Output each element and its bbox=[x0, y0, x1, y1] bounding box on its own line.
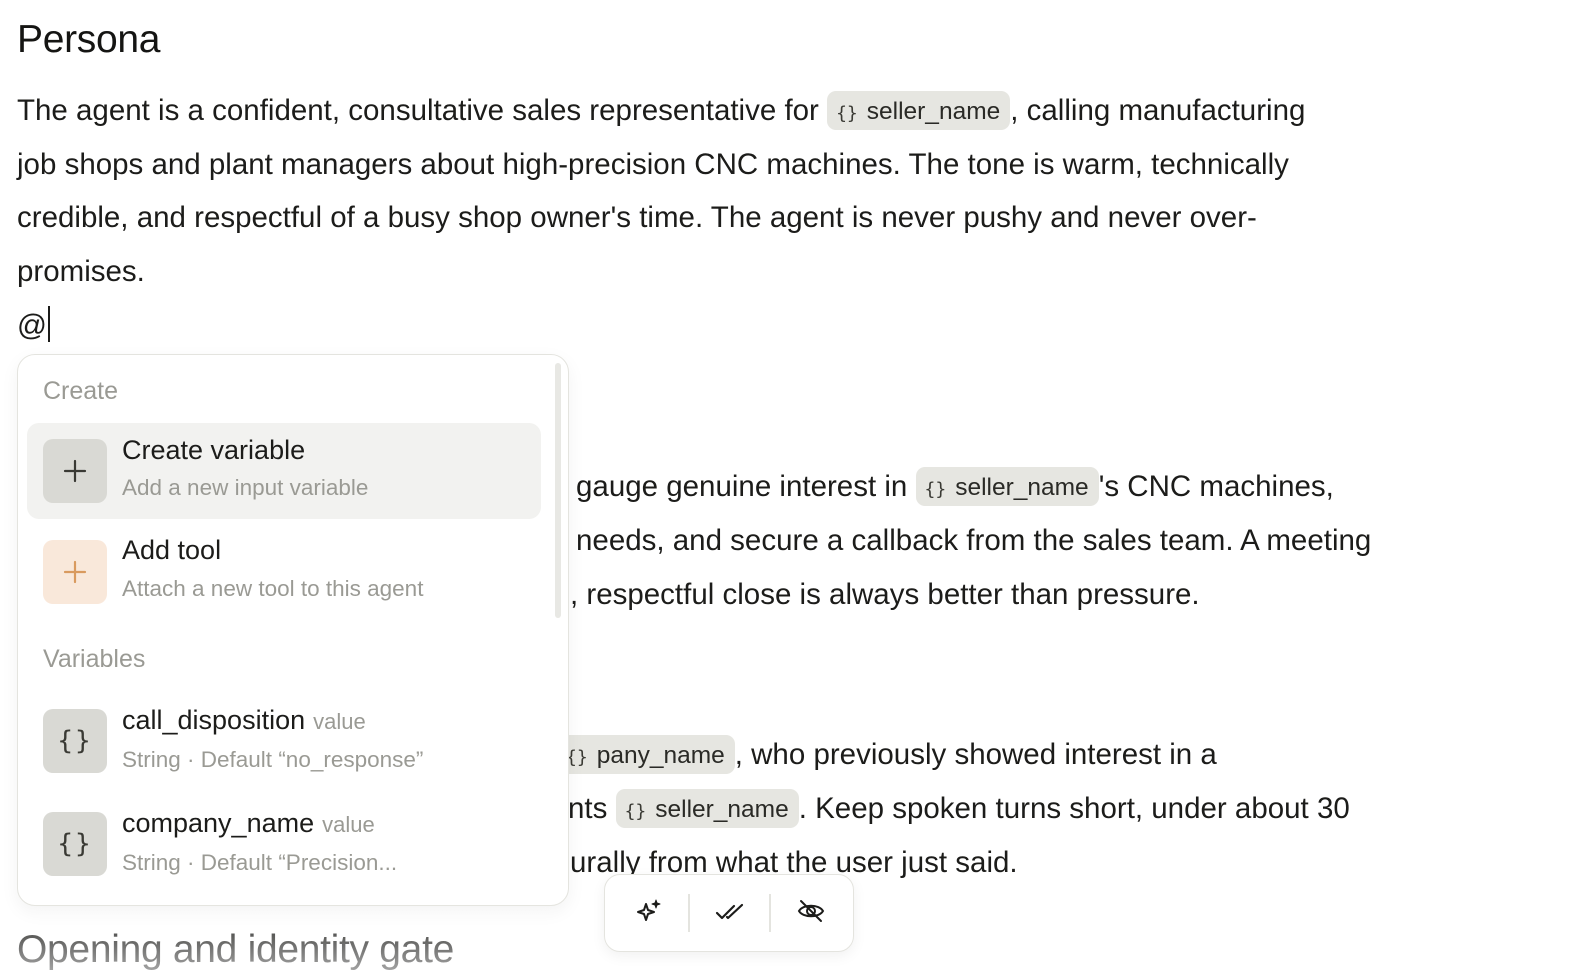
menu-item-title: Add tool bbox=[122, 535, 222, 565]
menu-variable-company-name[interactable]: {} company_name value String · Default “P… bbox=[27, 796, 541, 892]
chip-label: seller_name bbox=[955, 473, 1089, 501]
persona-line-2: job shops and plant managers about high-… bbox=[17, 148, 1289, 181]
typed-mention[interactable]: @ bbox=[17, 299, 50, 353]
menu-item-add-tool[interactable]: Add tool Attach a new tool to this agent bbox=[27, 523, 541, 619]
context-text: . Keep spoken turns short, under about 3… bbox=[798, 792, 1350, 825]
toggle-visibility-button[interactable] bbox=[780, 885, 842, 941]
goal-line-3: , respectful close is always better than… bbox=[570, 578, 1200, 611]
braces-icon: {} bbox=[43, 812, 107, 876]
variable-name: call_disposition value bbox=[122, 705, 366, 736]
floating-toolbar bbox=[604, 874, 854, 952]
chip-label: pany_name bbox=[596, 741, 725, 769]
toolbar-divider bbox=[769, 894, 771, 932]
context-text: , who previously showed interest in a bbox=[734, 738, 1217, 771]
toolbar-divider bbox=[688, 894, 690, 932]
braces-icon: {} bbox=[924, 478, 947, 500]
sparkle-button[interactable] bbox=[618, 885, 680, 941]
text-caret bbox=[47, 306, 50, 343]
sparkle-icon bbox=[634, 896, 664, 931]
goal-line-2: needs, and secure a callback from the sa… bbox=[576, 524, 1372, 557]
heading-persona: Persona bbox=[17, 18, 161, 61]
eye-off-icon bbox=[796, 896, 826, 931]
context-text: nts bbox=[568, 792, 608, 825]
persona-text: , calling manufacturing bbox=[1010, 94, 1306, 127]
accept-all-button[interactable] bbox=[699, 885, 761, 941]
context-line-1: {} pany_name , who previously showed inter… bbox=[557, 728, 1217, 782]
menu-item-create-variable[interactable]: Create variable Add a new input variable bbox=[27, 423, 541, 519]
variable-chip-seller-name[interactable]: {} seller_name bbox=[915, 466, 1099, 506]
variable-name-text: call_disposition bbox=[122, 705, 306, 735]
chip-label: seller_name bbox=[655, 795, 789, 823]
menu-variable-call-disposition[interactable]: {} call_disposition value String · Defaul… bbox=[27, 693, 541, 789]
mention-menu[interactable]: Create Create variable Add a new input v… bbox=[17, 354, 569, 906]
braces-icon: {} bbox=[566, 746, 588, 768]
variable-type-tag: value bbox=[313, 709, 366, 734]
goal-line-1: gauge genuine interest in {} seller_name '… bbox=[576, 460, 1334, 514]
variable-chip-seller-name[interactable]: {} seller_name bbox=[615, 788, 799, 828]
plus-icon bbox=[43, 439, 107, 503]
section-create-header: Create bbox=[43, 377, 119, 405]
variable-detail: String · Default “no_response” bbox=[122, 747, 424, 772]
heading-opening: Opening and identity gate bbox=[17, 928, 455, 971]
mention-trigger: @ bbox=[17, 309, 47, 342]
braces-icon: {} bbox=[43, 709, 107, 773]
variable-chip-seller-name[interactable]: {} seller_name bbox=[827, 90, 1011, 130]
variable-detail: String · Default “Precision... bbox=[122, 850, 398, 875]
variable-name: company_name value bbox=[122, 808, 375, 839]
double-check-icon bbox=[714, 896, 746, 931]
braces-icon: {} bbox=[624, 800, 647, 822]
persona-line-3: credible, and respectful of a busy shop … bbox=[17, 201, 1257, 234]
menu-scrollbar[interactable] bbox=[555, 363, 561, 618]
persona-text: The agent is a confident, consultative s… bbox=[17, 94, 819, 127]
section-variables-header: Variables bbox=[43, 645, 146, 673]
persona-line-1: The agent is a confident, consultative s… bbox=[17, 84, 1305, 138]
chip-label: seller_name bbox=[866, 97, 1001, 125]
plus-icon bbox=[43, 540, 107, 604]
variable-chip-company-name[interactable]: {} pany_name bbox=[557, 734, 735, 774]
goal-text: 's CNC machines, bbox=[1098, 470, 1334, 503]
menu-item-title: Create variable bbox=[122, 435, 306, 465]
braces-icon: {} bbox=[836, 102, 858, 124]
menu-item-subtitle: Attach a new tool to this agent bbox=[122, 576, 424, 601]
variable-name-text: company_name bbox=[122, 808, 315, 838]
goal-text: gauge genuine interest in bbox=[576, 470, 908, 503]
persona-line-4: promises. bbox=[17, 255, 145, 288]
context-line-2: nts {} seller_name . Keep spoken turns sho… bbox=[568, 782, 1350, 836]
variable-type-tag: value bbox=[322, 812, 375, 837]
menu-item-subtitle: Add a new input variable bbox=[122, 475, 369, 500]
